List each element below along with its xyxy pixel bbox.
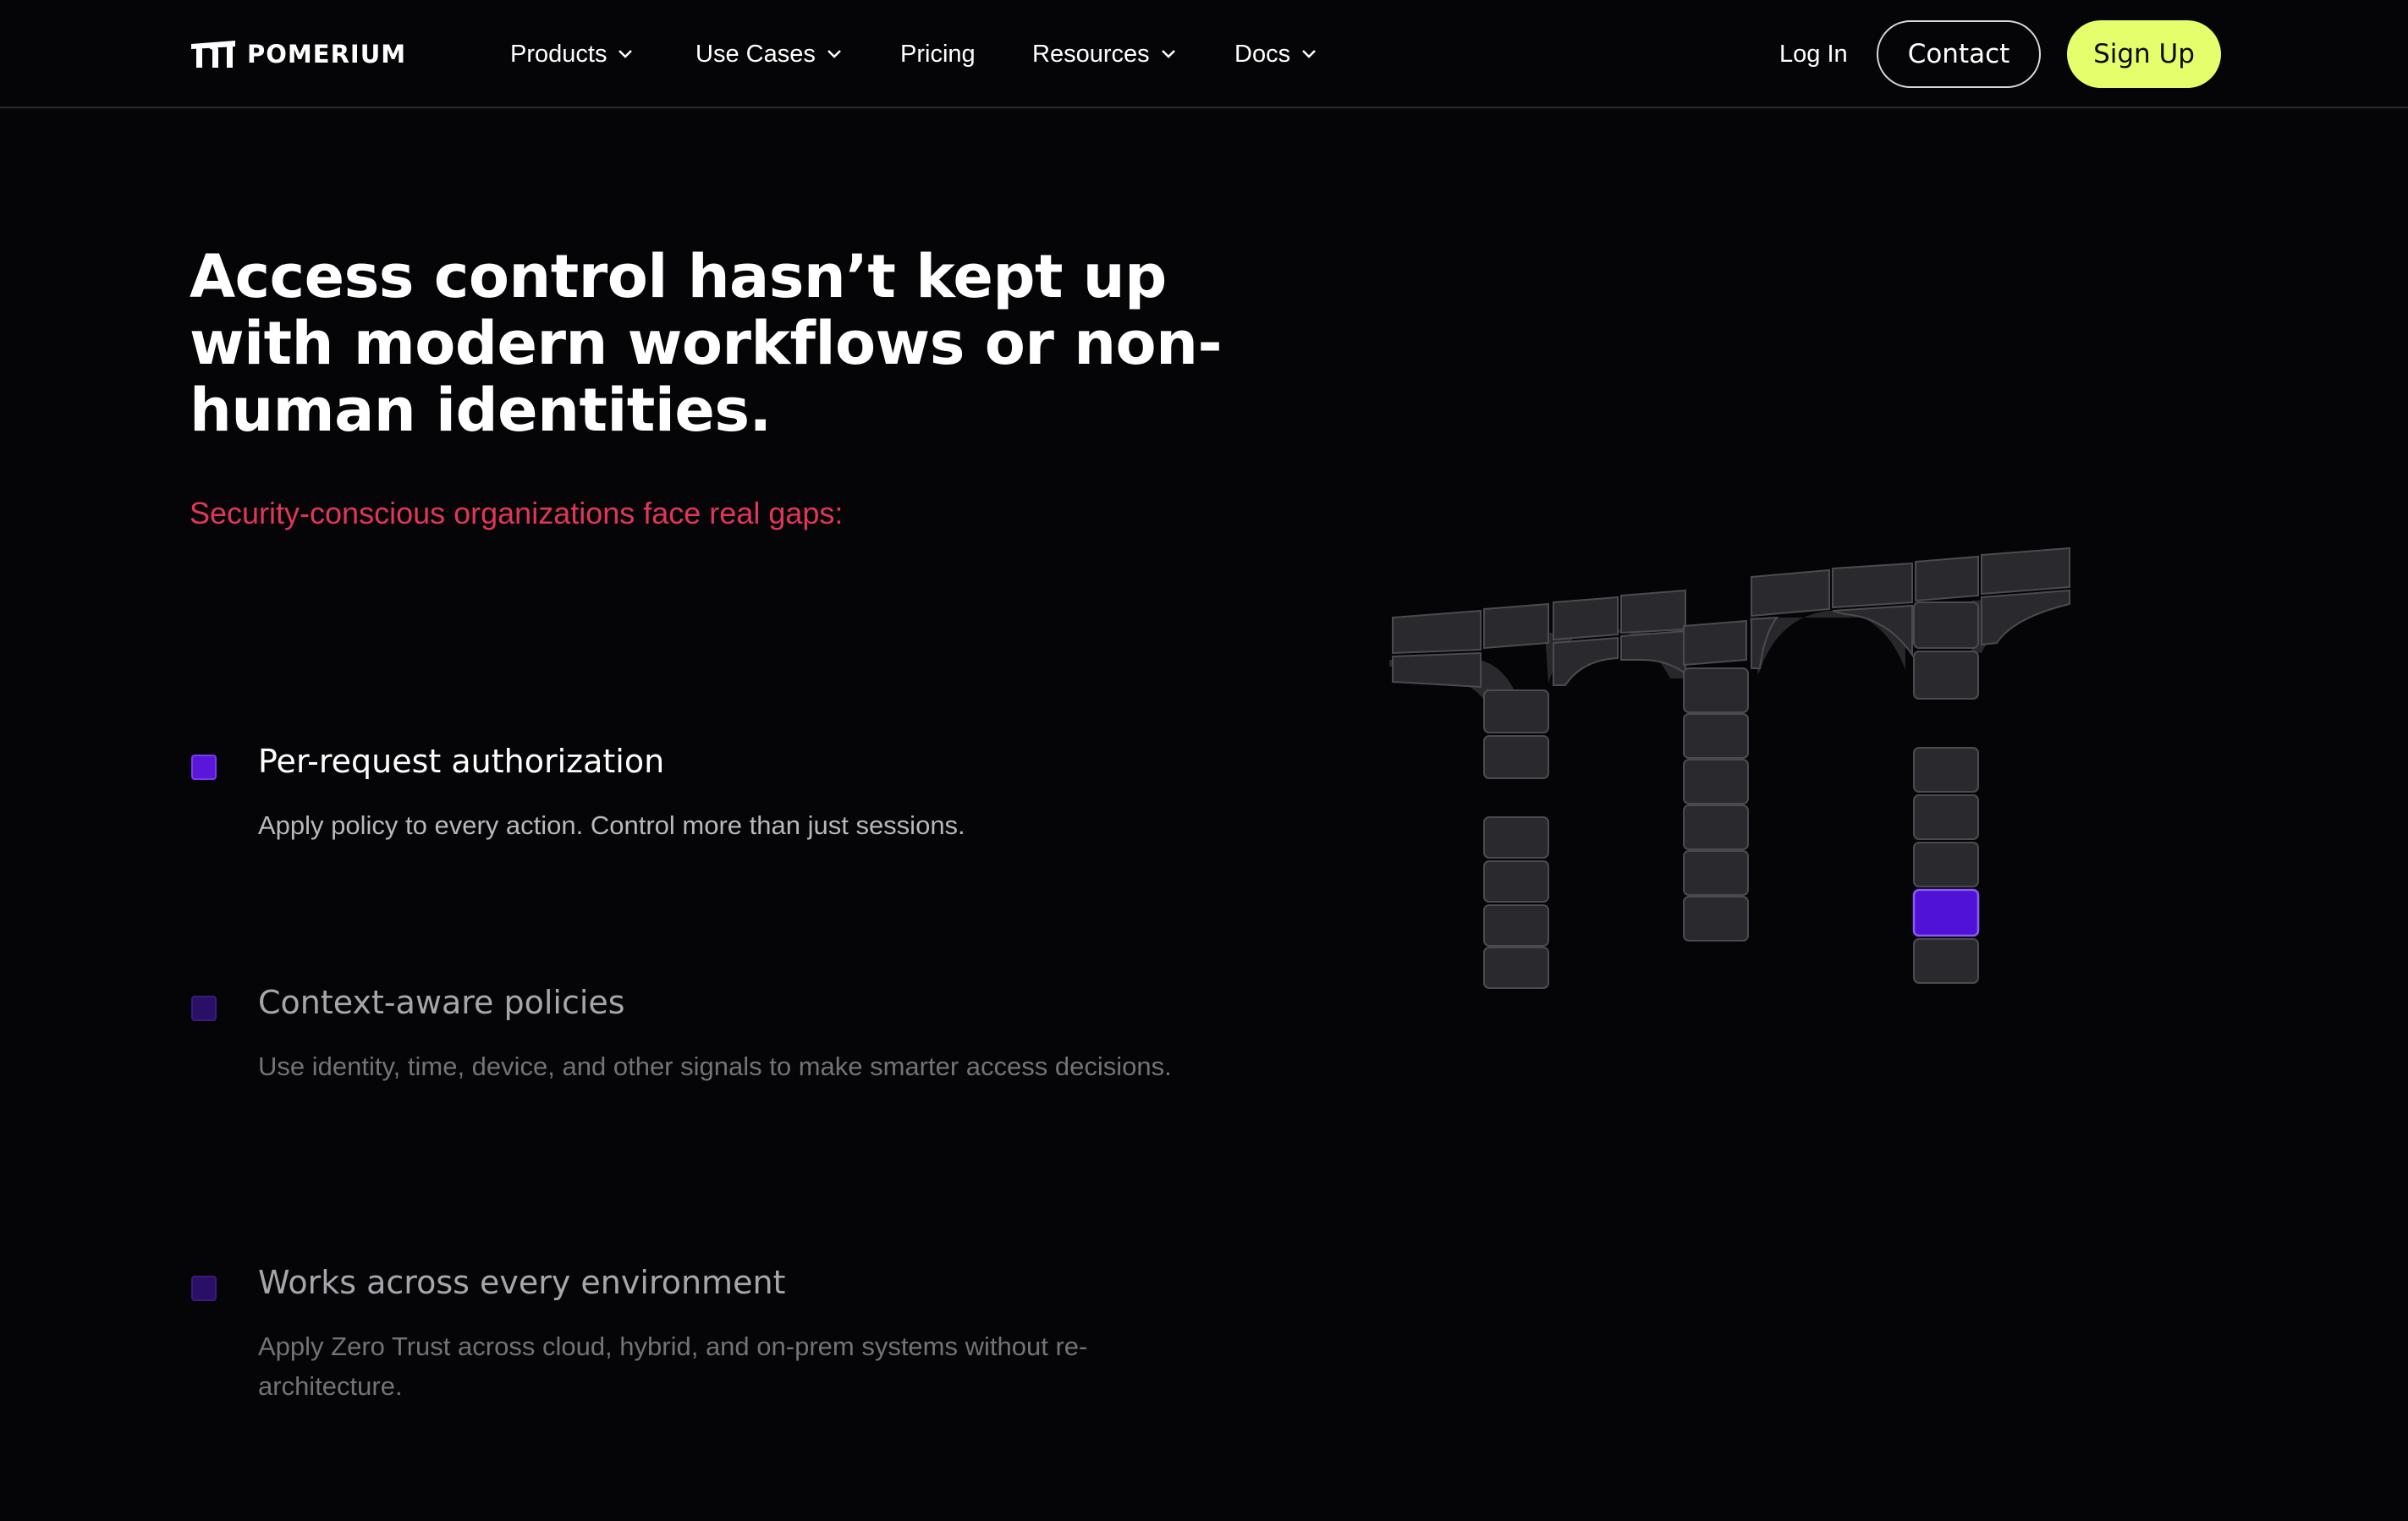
feature-indicator [191, 996, 217, 1021]
column-tile [1913, 842, 1979, 887]
column-tile [1483, 904, 1549, 947]
beam-tile [1620, 629, 1686, 675]
column-tile [1483, 735, 1549, 779]
feature-description: Apply Zero Trust across cloud, hybrid, a… [258, 1332, 1088, 1401]
gaps-subheading: Security-conscious organizations face re… [190, 496, 844, 530]
beam-tile [1392, 609, 1482, 655]
beam-tile [1620, 589, 1686, 634]
nav-products[interactable]: Products [510, 34, 634, 74]
column-tile [1483, 860, 1549, 903]
feature-description: Apply policy to every action. Control mo… [258, 810, 965, 840]
feature-title: Context-aware policies [258, 984, 625, 1021]
beam-tile [1832, 562, 1913, 609]
pomerium-logo-icon [191, 41, 235, 68]
beam-tile [1915, 555, 1979, 602]
column-tile [1913, 747, 1979, 793]
nav-pricing[interactable]: Pricing [900, 34, 976, 74]
top-navigation-bar: POMERIUM Products Use Cases Pricing Reso… [0, 0, 2408, 108]
chevron-down-icon [1161, 50, 1175, 58]
chevron-down-icon [1302, 50, 1316, 58]
column-tile [1683, 619, 1747, 667]
beam-tile [1553, 596, 1619, 641]
column-tile [1683, 804, 1749, 850]
beam-tile [1483, 602, 1549, 650]
chevron-down-icon [827, 50, 841, 58]
pomerium-logo[interactable]: POMERIUM [190, 37, 406, 71]
nav-docs-label: Docs [1234, 40, 1291, 68]
column-tile [1913, 938, 1979, 984]
column-tile [1913, 651, 1979, 700]
contact-button[interactable]: Contact [1877, 20, 2041, 88]
column-tile [1683, 850, 1749, 896]
beam-tile [1553, 636, 1619, 686]
pomerium-block-logo-illustration [1389, 546, 2070, 989]
nav-resources[interactable]: Resources [1032, 34, 1177, 74]
nav-use-cases-label: Use Cases [695, 40, 816, 68]
beam-tile [1392, 651, 1482, 689]
column-tile [1683, 759, 1749, 804]
chevron-down-icon [618, 50, 633, 58]
login-link[interactable]: Log In [1779, 34, 1848, 74]
beam-tile [1751, 568, 1830, 618]
column-tile [1683, 896, 1749, 942]
feature-indicator-active [191, 755, 217, 780]
feature-title: Per-request authorization [258, 743, 665, 780]
column-tile [1483, 816, 1549, 859]
column-tile [1683, 713, 1749, 759]
column-tile-highlighted [1912, 888, 1980, 937]
beam-tile [1981, 546, 2070, 596]
nav-pricing-label: Pricing [900, 40, 976, 68]
page-headline: Access control hasn’t kept up with moder… [190, 242, 1223, 445]
column-tile [1683, 667, 1749, 713]
column-tile [1913, 601, 1979, 649]
feature-indicator [191, 1276, 217, 1301]
beam-tile [1981, 589, 2070, 646]
feature-title: Works across every environment [258, 1264, 786, 1301]
feature-description: Use identity, time, device, and other si… [258, 1052, 1172, 1081]
nav-products-label: Products [510, 40, 607, 68]
nav-docs[interactable]: Docs [1234, 34, 1317, 74]
nav-resources-label: Resources [1032, 40, 1150, 68]
signup-button[interactable]: Sign Up [2067, 20, 2221, 88]
column-tile [1483, 947, 1549, 989]
column-tile [1483, 689, 1549, 733]
brand-name: POMERIUM [247, 40, 407, 69]
column-tile [1913, 794, 1979, 840]
nav-use-cases[interactable]: Use Cases [695, 34, 843, 74]
